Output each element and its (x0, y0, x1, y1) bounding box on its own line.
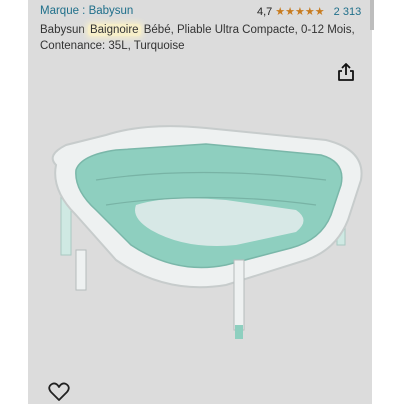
share-icon[interactable] (336, 62, 356, 82)
star-icon: ★ (295, 5, 305, 18)
half-star-icon: ★ (314, 5, 325, 18)
heart-icon[interactable] (48, 382, 70, 402)
rating-value: 4,7 (257, 6, 273, 18)
product-card: Marque : Babysun 4,7 ★ ★ ★ ★ ★ 2 313 Bab… (28, 0, 372, 404)
rating-count[interactable]: 2 313 (334, 6, 362, 18)
title-highlight: Baignoire (87, 24, 141, 36)
product-title[interactable]: Babysun Baignoire Bébé, Pliable Ultra Co… (40, 22, 360, 54)
brand-link[interactable]: Marque : Babysun (40, 5, 133, 17)
star-icon: ★ (285, 5, 296, 18)
scrollbar[interactable] (370, 0, 374, 30)
title-prefix: Babysun (40, 24, 88, 36)
star-icon: ★ (275, 5, 286, 18)
star-icon: ★ (304, 5, 315, 18)
rating-summary[interactable]: 4,7 ★ ★ ★ ★ ★ 2 313 (257, 6, 361, 18)
star-rating: ★ ★ ★ ★ ★ (275, 5, 325, 18)
product-image[interactable] (36, 110, 366, 350)
